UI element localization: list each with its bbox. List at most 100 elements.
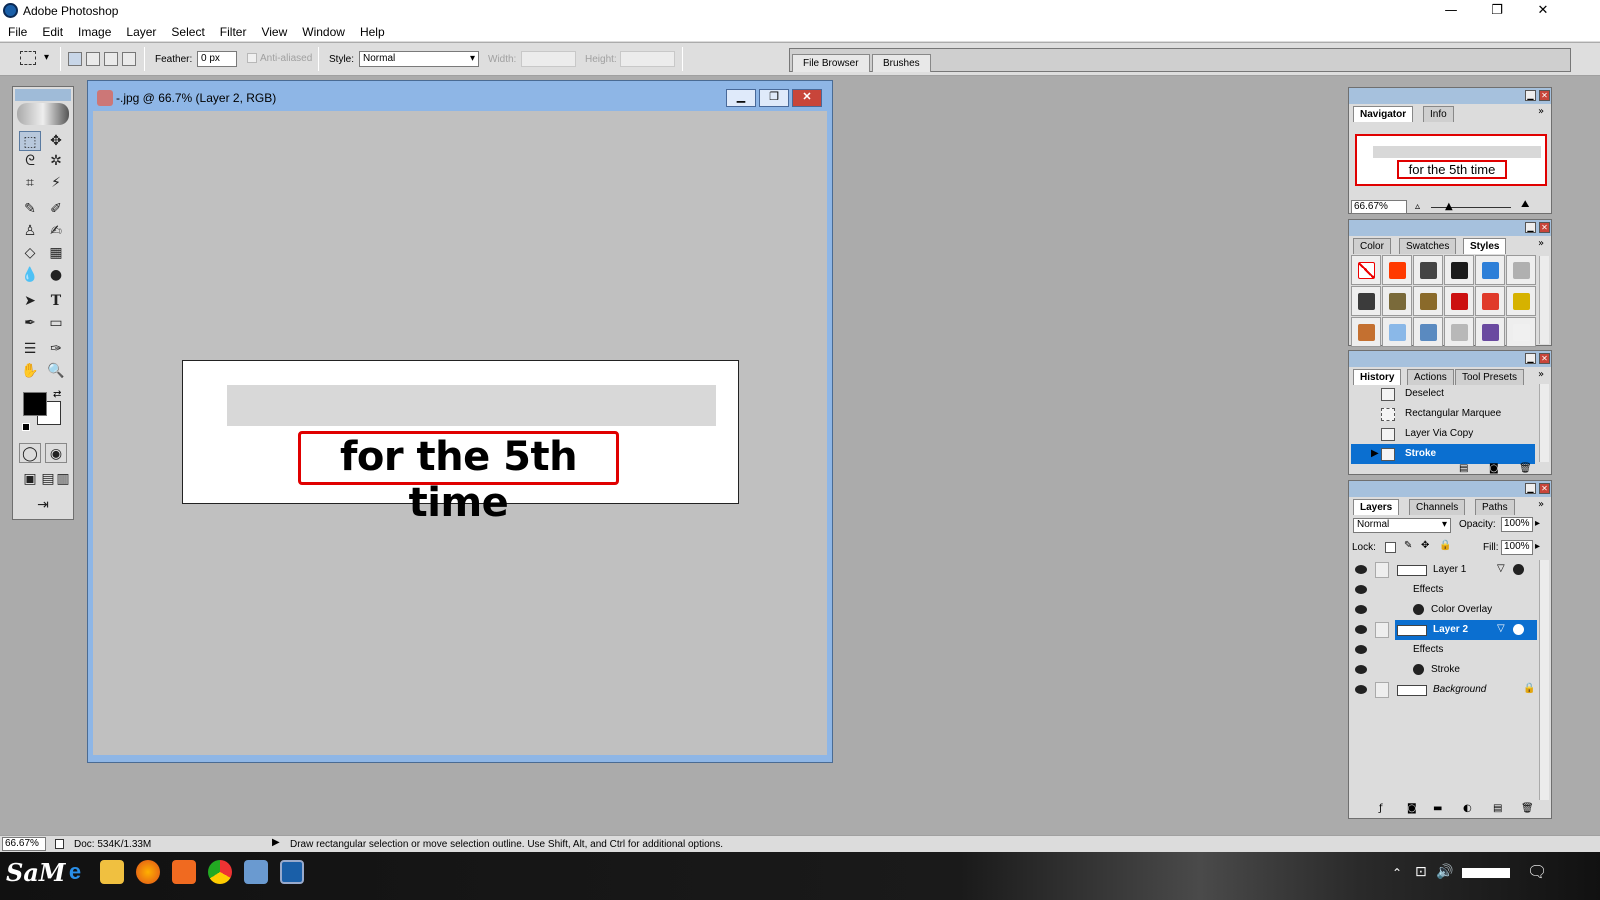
minimize-button[interactable]: — (1428, 0, 1474, 22)
history-item[interactable]: Deselect (1351, 384, 1535, 404)
tab-layers[interactable]: Layers (1353, 499, 1400, 515)
tab-styles[interactable]: Styles (1463, 238, 1507, 254)
blur-tool-icon[interactable]: 💧 (19, 265, 41, 285)
panel-header[interactable] (1349, 351, 1551, 367)
layer-row[interactable]: Layer 1 ▽ (1351, 560, 1537, 580)
panel-header[interactable] (1349, 220, 1551, 236)
lock-image-icon[interactable]: ✎ (1404, 540, 1412, 551)
layer-effect-row[interactable]: Effects (1351, 580, 1537, 600)
tab-color[interactable]: Color (1353, 238, 1391, 254)
notes-tool-icon[interactable]: ☰ (19, 339, 41, 359)
feather-input[interactable]: 0 px (197, 51, 237, 67)
style-swatch[interactable] (1413, 317, 1443, 347)
panel-menu-icon[interactable]: » (1538, 369, 1544, 380)
style-swatch[interactable] (1382, 255, 1412, 285)
menu-view[interactable]: View (253, 22, 294, 39)
visibility-eye-icon[interactable] (1355, 605, 1367, 614)
style-swatch[interactable] (1444, 317, 1474, 347)
layer-effects-icon[interactable] (1513, 624, 1524, 635)
panel-menu-icon[interactable]: » (1538, 238, 1544, 249)
add-mask-icon[interactable]: ◙ (1407, 803, 1417, 814)
tab-tool-presets[interactable]: Tool Presets (1455, 369, 1525, 385)
height-input[interactable] (620, 51, 675, 67)
delete-state-icon[interactable]: 🗑 (1519, 463, 1532, 474)
link-slot[interactable] (1375, 562, 1389, 578)
eyedropper-tool-icon[interactable]: ✑ (45, 339, 67, 359)
subtract-selection-mode-icon[interactable] (104, 52, 118, 66)
path-selection-tool-icon[interactable]: ➤ (19, 291, 41, 311)
panel-close-icon[interactable]: ✕ (1539, 222, 1550, 233)
status-menu-arrow-icon[interactable]: ▶ (272, 837, 280, 848)
chrome-icon[interactable] (208, 860, 232, 884)
panel-close-icon[interactable]: ✕ (1539, 483, 1550, 494)
panel-minimize-icon[interactable]: ▁ (1525, 90, 1536, 101)
history-brush-tool-icon[interactable]: ✍ (45, 221, 67, 241)
jump-to-imageready-icon[interactable]: ⇥ (21, 495, 65, 515)
zoom-tool-icon[interactable]: 🔍 (45, 361, 67, 381)
preset-dropdown-icon[interactable]: ▾ (44, 52, 49, 63)
zoom-slider-thumb[interactable]: ▲ (1445, 201, 1453, 212)
lasso-tool-icon[interactable]: ᘓ (19, 151, 41, 171)
navigator-preview[interactable]: for the 5th time (1355, 134, 1547, 186)
image-canvas[interactable]: for the 5th time (182, 360, 739, 526)
tray-clock-redacted[interactable] (1462, 868, 1510, 878)
expand-effects-icon[interactable]: ▽ (1497, 563, 1505, 574)
zoom-out-icon[interactable]: ▵ (1415, 201, 1420, 212)
rectangular-marquee-tool-icon[interactable]: ⬚ (19, 131, 41, 151)
firefox-icon[interactable] (136, 860, 160, 884)
tab-info[interactable]: Info (1423, 106, 1454, 122)
style-swatch[interactable] (1351, 286, 1381, 316)
file-explorer-icon[interactable] (100, 860, 124, 884)
layer-row[interactable]: Background 🔒 (1351, 680, 1537, 700)
close-button[interactable]: ✕ (1520, 0, 1566, 22)
opacity-input[interactable]: 100% (1501, 517, 1533, 532)
default-colors-icon[interactable] (22, 423, 30, 431)
lock-position-icon[interactable]: ✥ (1421, 540, 1429, 551)
move-tool-icon[interactable]: ✥ (45, 131, 67, 151)
style-swatch[interactable] (1475, 317, 1505, 347)
panel-header[interactable] (1349, 88, 1551, 104)
new-snapshot-icon[interactable]: ◙ (1489, 463, 1499, 474)
opacity-slider-arrow-icon[interactable]: ▸ (1535, 518, 1540, 529)
visibility-eye-icon[interactable] (1355, 665, 1367, 674)
layer-effect-row[interactable]: Stroke (1351, 660, 1537, 680)
menu-filter[interactable]: Filter (212, 22, 254, 39)
slice-tool-icon[interactable]: ⚡ (45, 173, 67, 193)
tab-brushes[interactable]: Brushes (872, 54, 931, 72)
photoshop-logo-icon[interactable] (17, 103, 69, 125)
styles-scrollbar[interactable] (1539, 256, 1549, 344)
menu-edit[interactable]: Edit (34, 22, 70, 39)
fill-input[interactable]: 100% (1501, 540, 1533, 555)
menu-image[interactable]: Image (70, 22, 118, 39)
foreground-color-swatch[interactable] (23, 392, 47, 416)
panel-close-icon[interactable]: ✕ (1539, 353, 1550, 364)
zoom-in-icon[interactable]: ⛰ (1521, 199, 1529, 210)
intersect-selection-mode-icon[interactable] (122, 52, 136, 66)
layer-effects-icon[interactable] (1513, 564, 1524, 575)
style-swatch[interactable] (1475, 286, 1505, 316)
layers-scrollbar[interactable] (1539, 560, 1549, 800)
notifications-icon[interactable]: 🗨 (1527, 862, 1547, 881)
style-swatch[interactable] (1506, 255, 1536, 285)
quick-mask-mode-icon[interactable]: ◉ (45, 443, 67, 463)
layer-effect-row[interactable]: Color Overlay (1351, 600, 1537, 620)
style-swatch[interactable] (1475, 255, 1505, 285)
menu-layer[interactable]: Layer (118, 22, 163, 39)
standard-mode-icon[interactable]: ◯ (19, 443, 41, 463)
menu-select[interactable]: Select (163, 22, 211, 39)
app-icon[interactable] (172, 860, 196, 884)
document-restore-button[interactable]: ❐ (759, 89, 789, 107)
tab-history[interactable]: History (1353, 369, 1402, 385)
style-swatch[interactable] (1382, 317, 1412, 347)
tab-navigator[interactable]: Navigator (1353, 106, 1414, 122)
style-swatch[interactable] (1506, 286, 1536, 316)
panel-minimize-icon[interactable]: ▁ (1525, 483, 1536, 494)
clone-stamp-tool-icon[interactable]: ♙ (19, 221, 41, 241)
style-swatch[interactable] (1382, 286, 1412, 316)
blend-mode-select[interactable]: Normal ▾ (1353, 518, 1451, 533)
rectangle-shape-tool-icon[interactable]: ▭ (45, 313, 67, 333)
visibility-eye-icon[interactable] (1355, 565, 1367, 574)
layer-row[interactable]: Layer 2 ▽ (1351, 620, 1537, 640)
delete-layer-icon[interactable]: 🗑 (1521, 803, 1534, 814)
magic-wand-tool-icon[interactable]: ✲ (45, 151, 67, 171)
